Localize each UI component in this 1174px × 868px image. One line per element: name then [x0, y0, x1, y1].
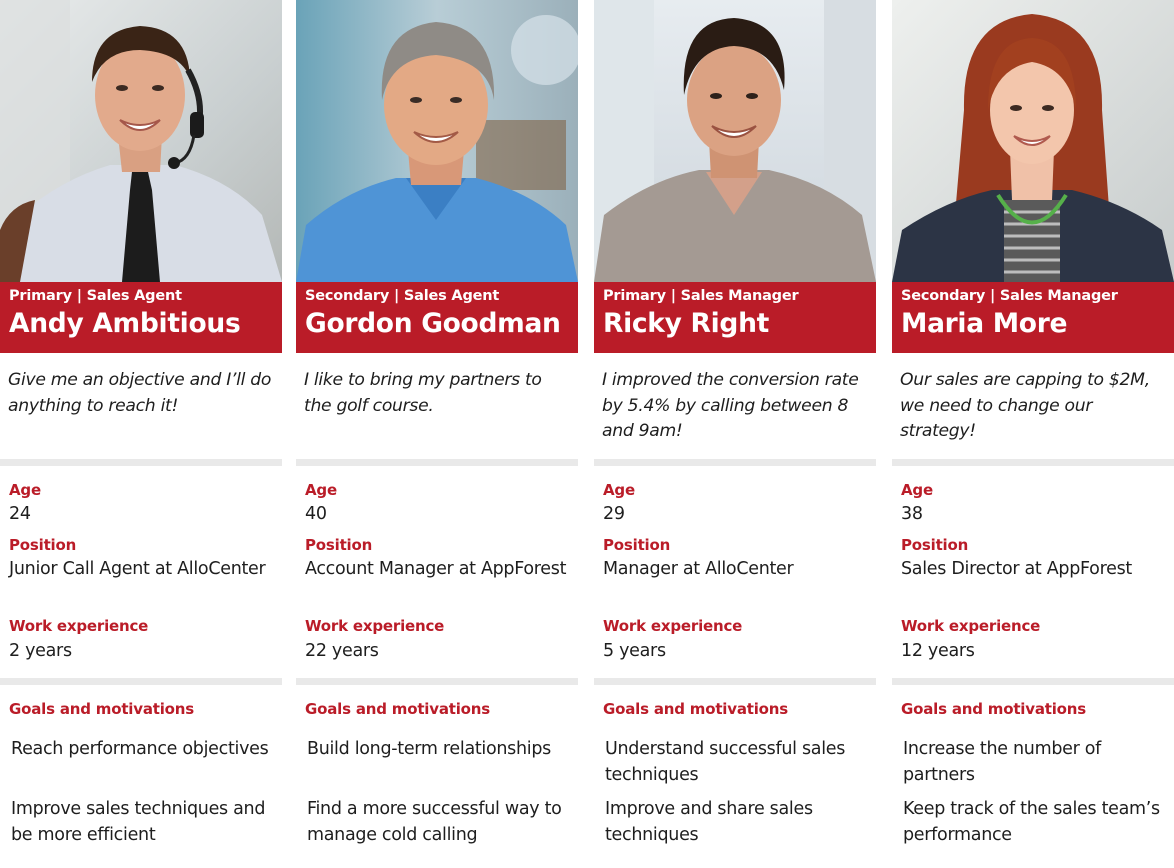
persona-banner: Primary | Sales Manager Ricky Right	[594, 282, 876, 353]
goals-label: Goals and motivations	[9, 700, 194, 718]
goals-label: Goals and motivations	[901, 700, 1086, 718]
goal-item: Find a more successful way to manage col…	[307, 799, 562, 845]
persona-grid: Primary | Sales Agent Andy Ambitious Giv…	[0, 0, 1174, 868]
age-label: Age	[9, 481, 41, 499]
section-divider	[594, 459, 876, 466]
persona-quote: I improved the conversion rate by 5.4% b…	[602, 370, 859, 441]
persona-photo	[0, 0, 282, 282]
age-value: 24	[9, 504, 31, 524]
goal-item: Improve sales techniques and be more eff…	[11, 799, 266, 845]
persona-role: Secondary | Sales Agent	[305, 288, 500, 304]
age-label: Age	[305, 481, 337, 499]
age-label: Age	[901, 481, 933, 499]
persona-card-ricky: Primary | Sales Manager Ricky Right I im…	[594, 0, 876, 868]
age-value: 29	[603, 504, 625, 524]
persona-photo	[892, 0, 1174, 282]
persona-quote: Our sales are capping to $2M, we need to…	[900, 370, 1150, 441]
position-label: Position	[603, 536, 671, 554]
position-value: Manager at AlloCenter	[603, 559, 794, 579]
work-experience-value: 22 years	[305, 641, 379, 661]
goal-item: Increase the number of partners	[903, 739, 1102, 785]
section-divider	[0, 459, 282, 466]
persona-role: Primary | Sales Manager	[603, 288, 799, 304]
section-divider	[0, 678, 282, 685]
persona-card-andy: Primary | Sales Agent Andy Ambitious Giv…	[0, 0, 282, 868]
persona-role: Secondary | Sales Manager	[901, 288, 1118, 304]
position-value: Account Manager at AppForest	[305, 559, 567, 579]
persona-photo	[296, 0, 578, 282]
persona-banner: Secondary | Sales Manager Maria More	[892, 282, 1174, 353]
position-value: Junior Call Agent at AlloCenter	[9, 559, 266, 579]
persona-quote: Give me an objective and I’ll do anythin…	[8, 370, 272, 416]
position-label: Position	[305, 536, 373, 554]
persona-banner: Secondary | Sales Agent Gordon Goodman	[296, 282, 578, 353]
persona-name: Ricky Right	[603, 308, 770, 339]
goal-item: Build long-term relationships	[307, 739, 551, 759]
section-divider	[296, 678, 578, 685]
persona-card-maria: Secondary | Sales Manager Maria More Our…	[892, 0, 1174, 868]
position-value: Sales Director at AppForest	[901, 559, 1132, 579]
persona-name: Andy Ambitious	[9, 308, 241, 339]
work-experience-value: 5 years	[603, 641, 666, 661]
age-value: 38	[901, 504, 923, 524]
work-experience-label: Work experience	[603, 617, 743, 635]
section-divider	[892, 459, 1174, 466]
persona-role: Primary | Sales Agent	[9, 288, 182, 304]
work-experience-value: 2 years	[9, 641, 72, 661]
work-experience-label: Work experience	[901, 617, 1041, 635]
age-label: Age	[603, 481, 635, 499]
work-experience-value: 12 years	[901, 641, 975, 661]
section-divider	[296, 459, 578, 466]
persona-name: Maria More	[901, 308, 1068, 339]
goal-item: Keep track of the sales team’s performan…	[903, 799, 1160, 845]
goals-label: Goals and motivations	[305, 700, 490, 718]
goals-label: Goals and motivations	[603, 700, 788, 718]
goal-item: Understand successful sales techniques	[605, 739, 846, 785]
position-label: Position	[9, 536, 77, 554]
persona-name: Gordon Goodman	[305, 308, 561, 339]
work-experience-label: Work experience	[9, 617, 149, 635]
persona-quote: I like to bring my partners to the golf …	[304, 370, 542, 416]
goal-item: Improve and share sales techniques	[605, 799, 813, 845]
goal-item: Reach performance objectives	[11, 739, 269, 759]
position-label: Position	[901, 536, 969, 554]
section-divider	[594, 678, 876, 685]
persona-banner: Primary | Sales Agent Andy Ambitious	[0, 282, 282, 353]
age-value: 40	[305, 504, 327, 524]
persona-card-gordon: Secondary | Sales Agent Gordon Goodman I…	[296, 0, 578, 868]
section-divider	[892, 678, 1174, 685]
persona-photo	[594, 0, 876, 282]
work-experience-label: Work experience	[305, 617, 445, 635]
